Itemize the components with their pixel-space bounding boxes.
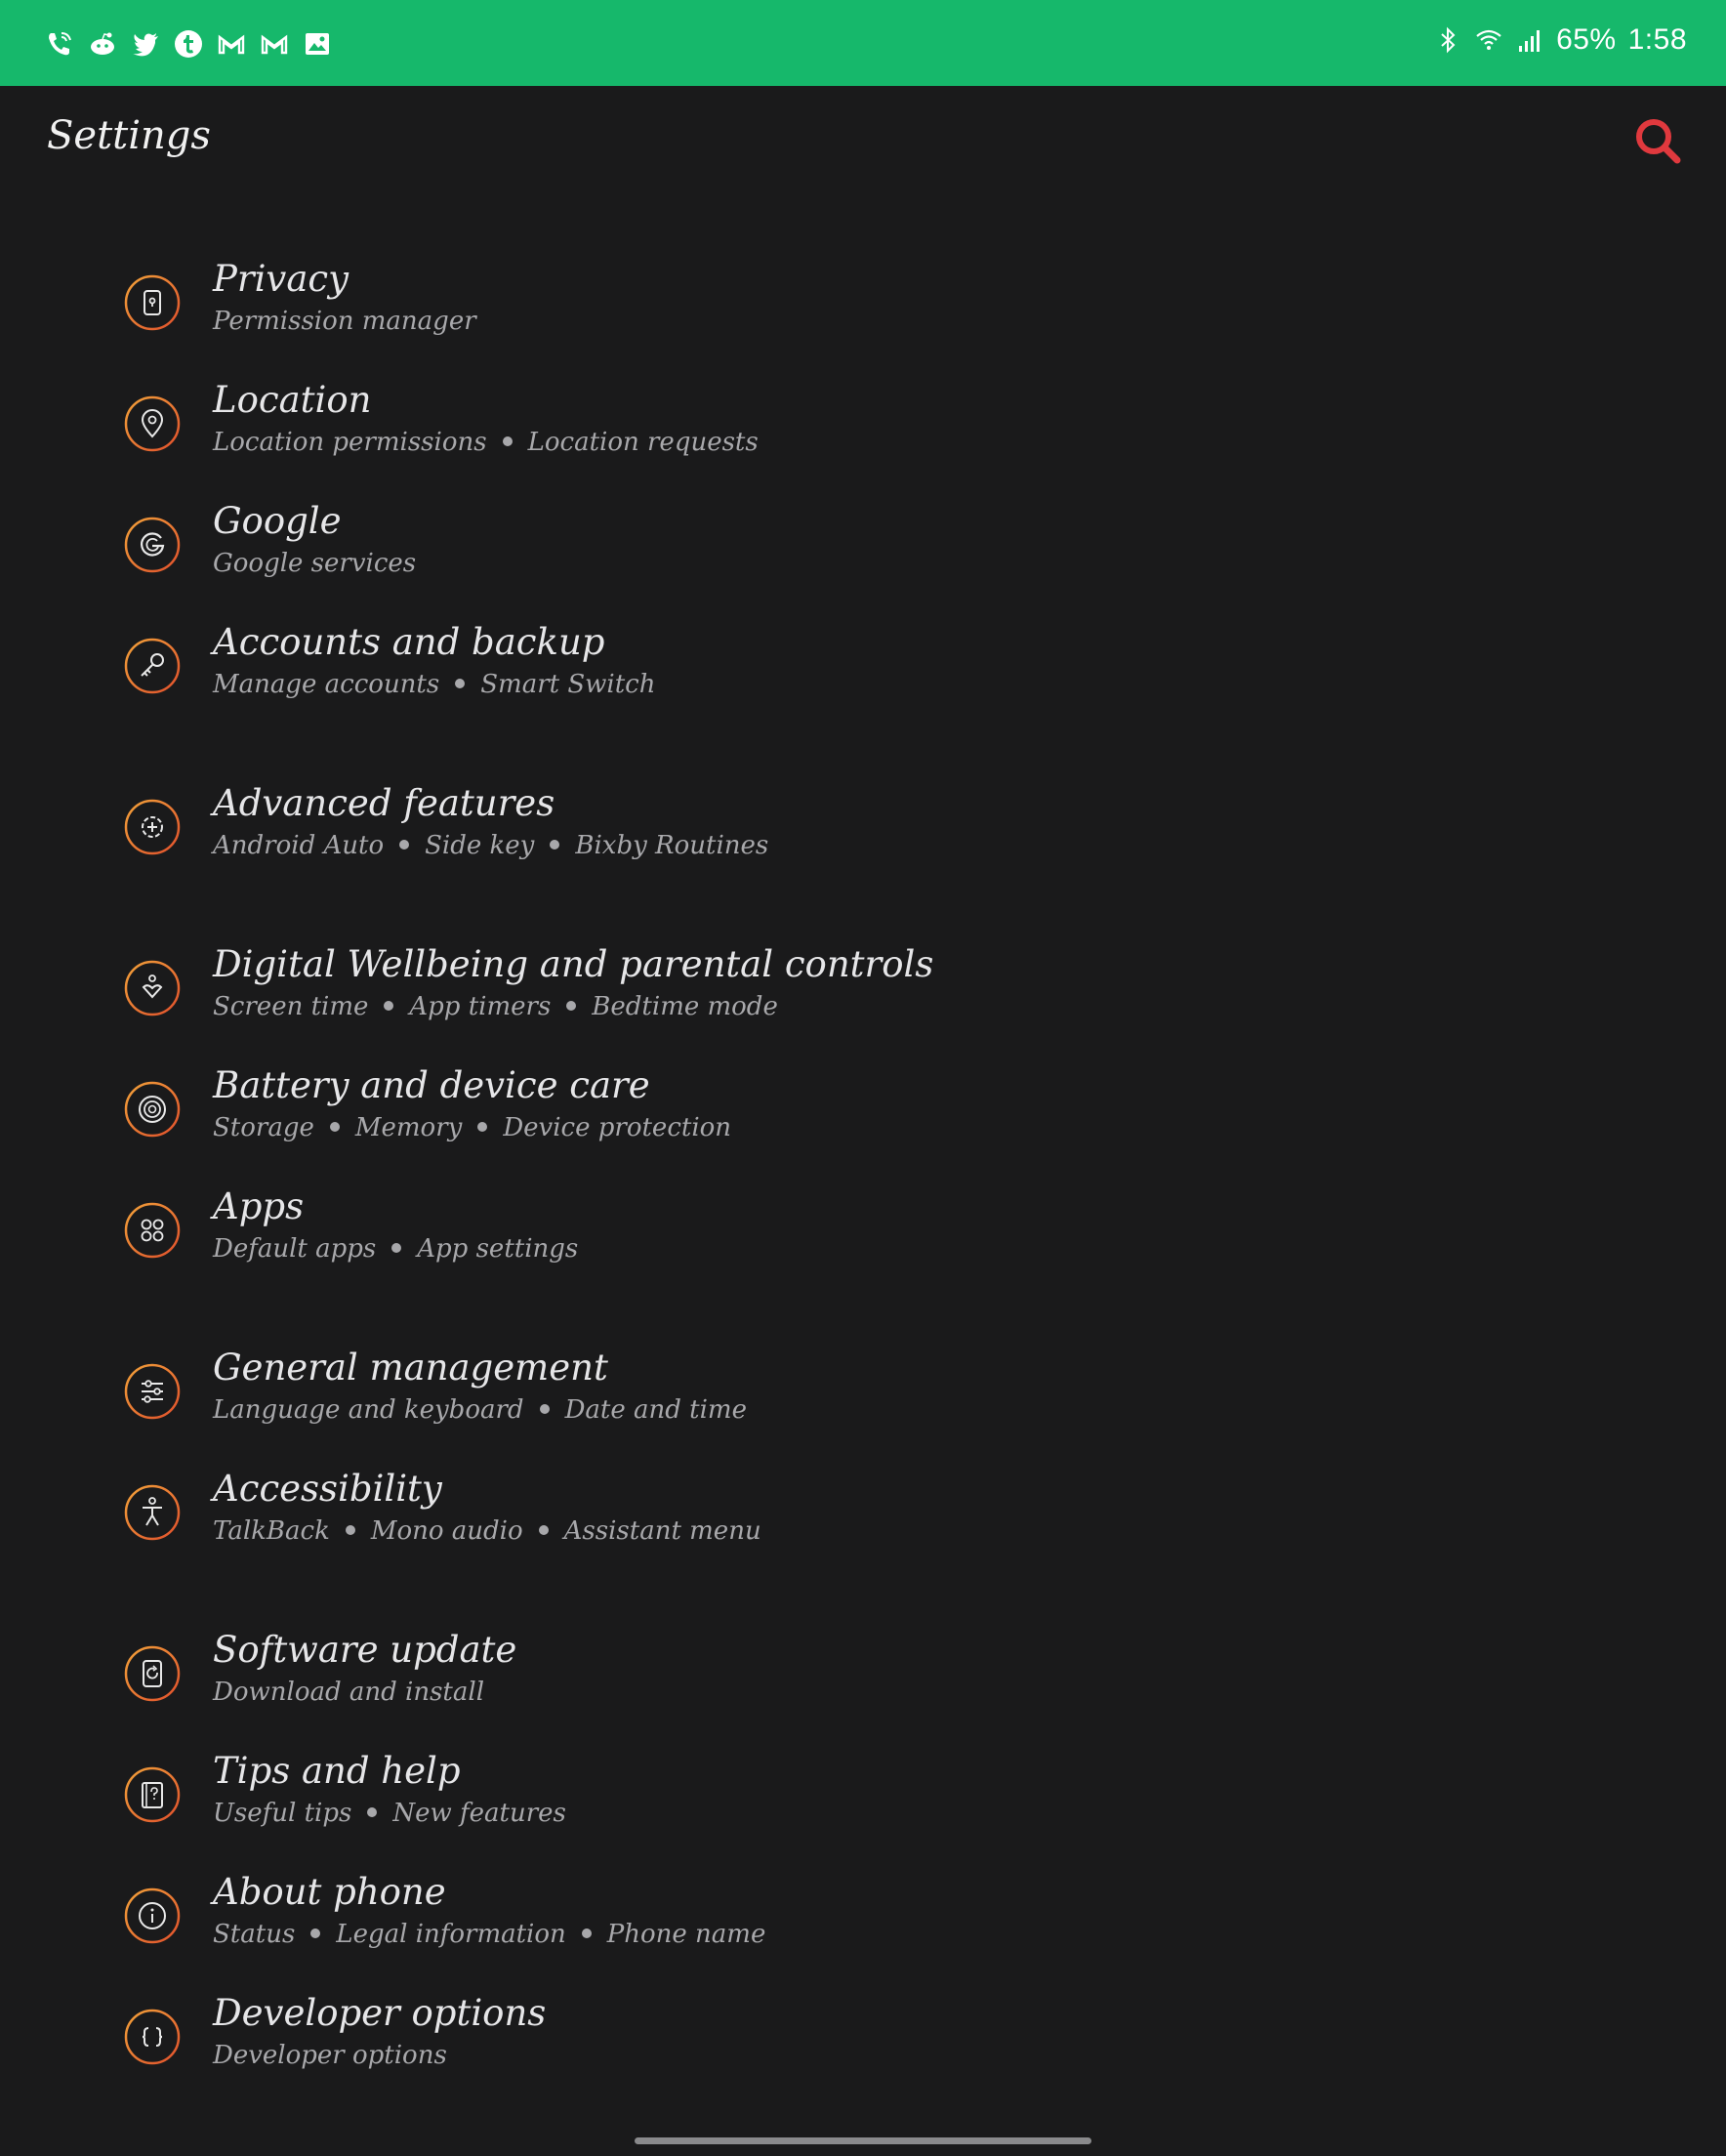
settings-item-location[interactable]: Location Location permissions Location re… xyxy=(117,371,1582,478)
system-status: 65% 1:58 xyxy=(1433,23,1687,57)
app-bar: Settings xyxy=(0,86,1726,193)
item-subtitle: Manage accounts Smart Switch xyxy=(213,670,656,699)
item-subtitle: Permission manager xyxy=(213,307,476,336)
search-icon[interactable] xyxy=(1632,115,1683,166)
item-subtitle: Language and keyboard Date and time xyxy=(213,1395,747,1425)
settings-item-battery-device-care[interactable]: Battery and device care Storage Memory Dev… xyxy=(117,1057,1582,1164)
item-subtitle: Storage Memory Device protection xyxy=(213,1113,732,1142)
item-subtitle: Android Auto Side key Bixby Routines xyxy=(213,831,769,860)
item-title: General management xyxy=(213,1347,608,1389)
google-icon xyxy=(124,517,181,573)
key-icon xyxy=(124,638,181,694)
item-subtitle: TalkBack Mono audio Assistant menu xyxy=(213,1516,761,1546)
item-title: Developer options xyxy=(213,1992,547,2034)
item-subtitle: Status Legal information Phone name xyxy=(213,1920,766,1949)
phone-wifi-icon xyxy=(49,32,71,56)
wifi-icon xyxy=(1476,29,1501,50)
settings-item-apps[interactable]: Apps Default apps App settings xyxy=(117,1178,1582,1285)
item-title: Google xyxy=(213,500,342,542)
bluetooth-icon xyxy=(1441,26,1456,54)
braces-icon xyxy=(124,2009,181,2065)
privacy-icon xyxy=(124,274,181,331)
battery-level: 65% xyxy=(1556,23,1617,56)
reddit-icon xyxy=(91,32,114,55)
tips-help-icon xyxy=(124,1766,181,1823)
settings-item-tips-help[interactable]: Tips and help Useful tips New features xyxy=(117,1742,1582,1849)
wellbeing-icon xyxy=(124,960,181,1016)
gmail-icon xyxy=(261,34,288,55)
gesture-navigation-handle[interactable] xyxy=(635,2137,1091,2144)
item-title: Advanced features xyxy=(213,782,555,824)
device-care-icon xyxy=(124,1081,181,1138)
sliders-icon xyxy=(124,1363,181,1420)
twitter-icon xyxy=(133,33,158,57)
settings-item-developer-options[interactable]: Developer options Developer options xyxy=(117,1984,1582,2092)
item-subtitle: Screen time App timers Bedtime mode xyxy=(213,992,778,1021)
signal-icon xyxy=(1519,30,1541,52)
settings-item-accounts-backup[interactable]: Accounts and backup Manage accounts Smart… xyxy=(117,613,1582,721)
software-update-icon xyxy=(124,1645,181,1702)
page-title: Settings xyxy=(47,113,211,158)
settings-item-advanced-features[interactable]: Advanced features Android Auto Side key Bi… xyxy=(117,774,1582,882)
item-title: Accessibility xyxy=(213,1468,442,1510)
item-title: Software update xyxy=(213,1629,517,1671)
item-subtitle: Google services xyxy=(213,549,417,578)
item-subtitle: Default apps App settings xyxy=(213,1234,579,1264)
settings-item-software-update[interactable]: Software update Download and install xyxy=(117,1621,1582,1728)
item-subtitle: Useful tips New features xyxy=(213,1799,566,1828)
item-title: Accounts and backup xyxy=(213,621,605,663)
tumblr-icon xyxy=(175,30,202,58)
item-title: Digital Wellbeing and parental controls xyxy=(213,943,934,985)
location-pin-icon xyxy=(124,395,181,452)
item-subtitle: Developer options xyxy=(213,2041,447,2070)
settings-item-about-phone[interactable]: About phone Status Legal information Phone… xyxy=(117,1863,1582,1970)
advanced-gear-icon xyxy=(124,799,181,855)
info-icon xyxy=(124,1887,181,1944)
gmail-icon xyxy=(218,34,245,55)
clock: 1:58 xyxy=(1627,23,1687,56)
settings-item-privacy[interactable]: Privacy Permission manager xyxy=(117,250,1582,357)
item-title: Battery and device care xyxy=(213,1064,650,1106)
settings-item-google[interactable]: Google Google services xyxy=(117,492,1582,600)
item-title: Apps xyxy=(213,1185,305,1227)
item-title: About phone xyxy=(213,1871,446,1913)
settings-item-digital-wellbeing[interactable]: Digital Wellbeing and parental controls … xyxy=(117,935,1582,1043)
gallery-icon xyxy=(306,33,329,55)
item-title: Privacy xyxy=(213,258,349,300)
item-subtitle: Location permissions Location requests xyxy=(213,428,759,457)
apps-grid-icon xyxy=(124,1202,181,1259)
accessibility-icon xyxy=(124,1484,181,1541)
status-bar: 65% 1:58 xyxy=(0,0,1726,86)
notification-icons xyxy=(45,29,332,59)
item-subtitle: Download and install xyxy=(213,1678,485,1707)
item-title: Location xyxy=(213,379,372,421)
settings-item-general-management[interactable]: General management Language and keyboard… xyxy=(117,1339,1582,1446)
item-title: Tips and help xyxy=(213,1750,461,1792)
settings-item-accessibility[interactable]: Accessibility TalkBack Mono audio Assistan… xyxy=(117,1460,1582,1567)
